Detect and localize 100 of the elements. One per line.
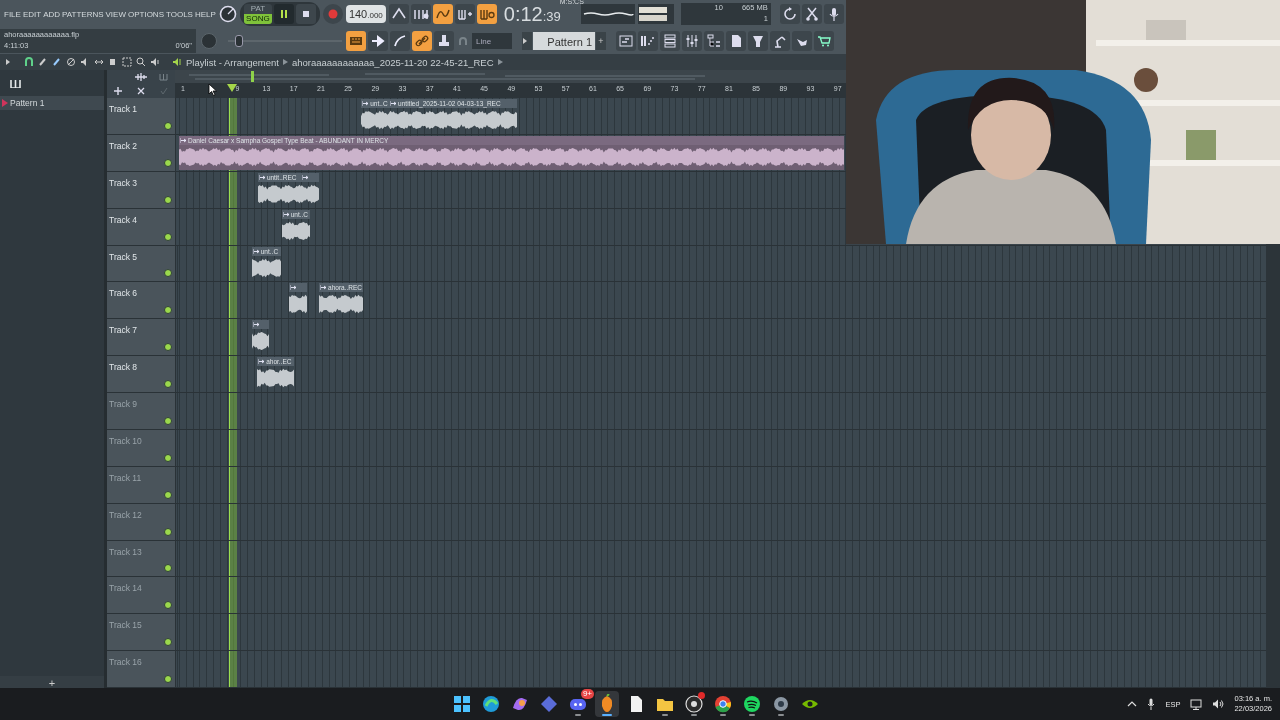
folder-tree-button[interactable] [704,31,724,51]
track-header[interactable]: Track 16 [107,651,176,687]
chain-link-button[interactable] [412,31,432,51]
track-enable-dot[interactable] [164,380,172,388]
microphone-icon[interactable] [1147,698,1156,710]
track-header[interactable]: Track 14 [107,577,176,614]
track-header[interactable]: Track 6 [107,282,176,319]
slider-thumb[interactable] [234,35,243,47]
taskbar-app[interactable] [682,691,706,717]
pencil-icon[interactable] [38,57,48,67]
track-header[interactable]: Track 10 [107,429,176,466]
pattern-item[interactable]: Pattern 1 [0,96,104,110]
snap-dropdown[interactable]: Line [472,33,512,49]
typing-keyboard-button[interactable] [346,31,366,51]
swirl-icon [481,694,501,714]
menu-item[interactable]: ADD [43,9,61,19]
tempo-field[interactable]: 140.000 [345,5,386,23]
track-enable-dot[interactable] [164,453,172,462]
menu-item[interactable]: HELP [194,9,216,19]
track-header[interactable]: Track 11 [107,466,176,503]
pause-button[interactable] [273,4,294,24]
track-header[interactable]: Track 15 [107,614,176,651]
menu-item[interactable]: OPTIONS [127,9,164,19]
track-header[interactable]: Track 2 [107,134,176,171]
lamp-button[interactable] [770,31,790,51]
mode-toggle[interactable]: PAT [243,4,272,14]
mixer-button[interactable] [682,31,702,51]
menu-item[interactable]: VIEW [105,9,126,19]
piano-roll-button[interactable] [638,31,658,51]
menu-item[interactable]: PATTERNS [62,9,104,19]
notification-badge: 9+ [580,689,594,699]
refresh-button[interactable] [779,4,800,24]
chevron-icon [282,59,288,65]
playback-icon[interactable] [150,57,160,67]
track-enable-dot[interactable] [164,121,172,130]
chevron-up-icon[interactable] [1127,701,1138,707]
pointer-arrow-icon [2,99,8,107]
stamp-button[interactable] [434,31,454,51]
track-name: Track 7 [108,324,138,336]
channel-rack-button[interactable] [660,31,680,51]
curve-button[interactable] [390,31,410,51]
track-enable-dot[interactable] [164,343,172,352]
previous-pattern-button[interactable] [522,32,532,50]
slip-icon[interactable] [94,57,104,67]
menu-item[interactable]: EDIT [22,9,42,19]
taskbar-app[interactable] [595,691,619,717]
track-name: Track 11 [108,471,142,483]
check-icon[interactable] [159,87,168,95]
track-header[interactable]: Track 8 [107,356,176,392]
slice-icon[interactable] [108,57,118,67]
track-enable-dot[interactable] [164,601,172,610]
mute-icon[interactable] [66,57,76,67]
menu-item[interactable]: TOOLS [166,9,193,19]
document-button[interactable] [726,31,746,51]
track-enable-dot[interactable] [164,490,172,499]
mode-toggle[interactable]: SONG [243,14,272,24]
arrow-button[interactable] [368,31,388,51]
track-header[interactable]: Track 5 [107,245,176,282]
peak-button[interactable] [388,4,409,24]
add-button[interactable]: + [0,676,104,688]
magnet-icon[interactable] [24,57,34,67]
close-icon[interactable] [137,87,145,95]
track-enable-dot[interactable] [164,306,172,315]
track-header[interactable]: Track 12 [107,503,176,540]
add-icon[interactable] [114,87,123,95]
keys-button[interactable] [410,4,431,24]
track-header[interactable]: Track 9 [107,393,176,429]
track-header[interactable]: Track 3 [107,171,176,208]
waveform-icon[interactable] [134,73,148,81]
track-enable-dot[interactable] [164,527,172,536]
add-pattern-button[interactable]: + [596,32,606,50]
track-header[interactable]: Track 1 [107,98,176,134]
cart-button[interactable] [814,31,834,51]
track-enable-dot[interactable] [164,195,172,204]
chain-link-icon [414,33,430,49]
network-icon[interactable] [1190,698,1203,710]
scrollbar[interactable] [1266,244,1280,688]
pattern-selector[interactable]: Pattern 1 [533,32,595,50]
menu-item[interactable]: FILE [4,9,21,19]
microphone-button[interactable] [823,4,844,24]
track-enable-dot[interactable] [164,564,172,573]
keys-loop-button[interactable] [476,4,497,24]
track-enable-dot[interactable] [164,232,172,241]
playlist-button[interactable] [616,31,636,51]
keys-plus-button[interactable] [454,4,475,24]
select-icon[interactable] [122,57,132,67]
zoom-icon[interactable] [136,57,146,67]
track-enable-dot[interactable] [164,416,172,425]
track-enable-dot[interactable] [164,638,172,647]
stop-button[interactable] [295,4,316,24]
track-header[interactable]: Track 4 [107,208,176,245]
scissors-button[interactable] [801,4,822,24]
track-header[interactable]: Track 13 [107,540,176,577]
brush-icon[interactable] [52,57,62,67]
volume-icon[interactable] [1212,699,1225,709]
track-enable-dot[interactable] [164,158,172,167]
track-enable-dot[interactable] [164,269,172,278]
track-enable-dot[interactable] [164,675,172,683]
track-header[interactable]: Track 7 [107,319,176,356]
chevron-icon [497,59,503,65]
